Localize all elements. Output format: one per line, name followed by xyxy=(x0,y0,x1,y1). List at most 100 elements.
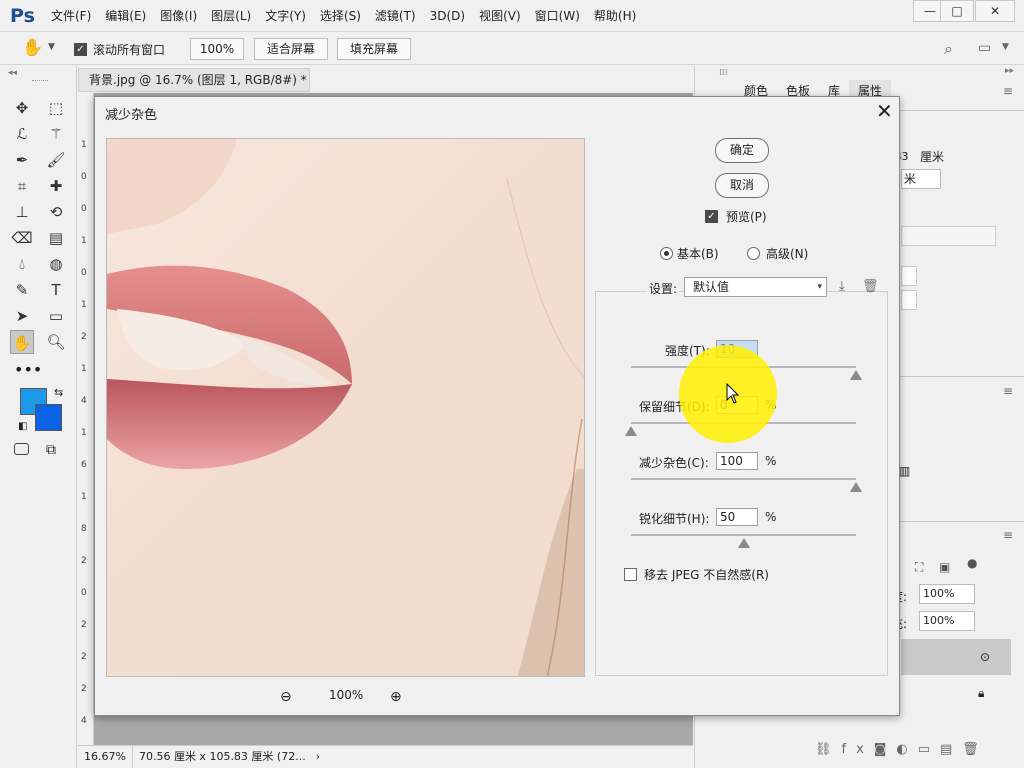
magic-wand-icon[interactable]: ⚚ xyxy=(44,122,68,146)
spot-healing-icon[interactable]: ✚ xyxy=(44,174,68,198)
scroll-all-checkbox[interactable]: ✓ xyxy=(74,42,87,56)
reduce-color-noise-slider-track[interactable] xyxy=(631,478,856,480)
pen-icon[interactable]: ✎ xyxy=(10,278,34,302)
zoom-icon[interactable]: 🔍︎ xyxy=(44,330,68,354)
eraser-icon[interactable]: ⌫ xyxy=(10,226,34,250)
crop-icon[interactable]: ⌗ xyxy=(10,174,34,198)
dropdown-fragment[interactable] xyxy=(901,226,996,246)
menu-item-10[interactable]: 帮助(H) xyxy=(587,0,643,32)
advanced-mode-label: 高级(N) xyxy=(766,247,809,261)
background-color-swatch[interactable] xyxy=(35,404,62,431)
menu-item-6[interactable]: 滤镜(T) xyxy=(368,0,423,32)
brush-icon[interactable]: 🖌︎ xyxy=(44,148,68,172)
reduce-color-noise-input[interactable]: 100 xyxy=(716,452,758,470)
eyedropper-icon[interactable]: ✒ xyxy=(10,148,34,172)
restore-button[interactable]: □ xyxy=(940,0,974,22)
collapse-arrows-icon[interactable]: ◂◂ xyxy=(8,68,17,78)
close-window-button[interactable]: ✕ xyxy=(975,0,1015,22)
menu-item-4[interactable]: 文字(Y) xyxy=(258,0,313,32)
type-icon[interactable]: T xyxy=(44,278,68,302)
zoom-in-icon[interactable]: ⊕ xyxy=(390,689,402,705)
default-colors-icon[interactable]: ◧ xyxy=(18,421,27,432)
chevron-down-icon: ▾ xyxy=(817,282,822,292)
gradient-icon[interactable]: ▤ xyxy=(44,226,68,250)
layer-actions[interactable]: ⛓fx◙◐▭▤🗑︎ xyxy=(815,742,989,757)
chevron-down-icon[interactable]: ▼ xyxy=(1002,42,1009,52)
settings-select[interactable]: 默认值 ▾ xyxy=(684,277,827,297)
menu-item-9[interactable]: 窗口(W) xyxy=(528,0,587,32)
hand-icon[interactable]: ✋ xyxy=(10,330,34,354)
menu-item-5[interactable]: 选择(S) xyxy=(313,0,368,32)
expand-arrows-icon[interactable]: ▸▸ xyxy=(1005,66,1014,76)
save-settings-icon[interactable]: ⤓ xyxy=(839,279,845,294)
move-icon[interactable]: ✥ xyxy=(10,96,34,120)
sharpen-details-slider-track[interactable] xyxy=(631,534,856,536)
path-select-icon[interactable]: ➤ xyxy=(10,304,34,328)
menu-items: 文件(F) 编辑(E) 图像(I) 图层(L) 文字(Y) 选择(S) 滤镜(T) 3D(D)… xyxy=(44,0,643,32)
lock-icon[interactable]: 🔒︎ xyxy=(978,686,984,701)
quick-mask-icon[interactable] xyxy=(14,443,29,455)
remove-jpeg-artifact-checkbox[interactable] xyxy=(624,567,637,581)
opacity-field[interactable]: 100% xyxy=(919,584,975,604)
field-fragment-2[interactable] xyxy=(901,290,917,310)
panel-menu-icon[interactable]: ≡ xyxy=(1003,384,1013,398)
clone-stamp-icon[interactable]: ⊥ xyxy=(10,200,34,224)
menu-item-2[interactable]: 图像(I) xyxy=(153,0,204,32)
preview-image[interactable] xyxy=(106,138,585,677)
field-fragment-1[interactable] xyxy=(901,266,917,286)
panel-menu-icon[interactable]: ≡ xyxy=(1003,84,1013,98)
ruler-mark: 2 xyxy=(81,620,87,630)
fill-screen-button[interactable]: 填充屏幕 xyxy=(337,38,411,60)
workspace-icon[interactable]: ▭ xyxy=(978,40,991,56)
sponge-icon[interactable]: ◍ xyxy=(44,252,68,276)
lasso-icon[interactable]: ℒ xyxy=(10,122,34,146)
menu-item-1[interactable]: 编辑(E) xyxy=(98,0,153,32)
marquee-icon[interactable]: ⬚ xyxy=(44,96,68,120)
reduce-color-noise-label: 减少杂色(C): xyxy=(639,456,709,470)
strength-slider-thumb[interactable] xyxy=(850,370,862,380)
fit-screen-button[interactable]: 适合屏幕 xyxy=(254,38,328,60)
advanced-mode-radio[interactable] xyxy=(747,246,760,260)
transform-icon[interactable]: ⛶ xyxy=(915,560,923,575)
delete-settings-icon[interactable]: 🗑︎ xyxy=(862,279,879,294)
zoom-out-icon[interactable]: ⊖ xyxy=(280,689,292,705)
selected-layer-row[interactable] xyxy=(901,639,1011,675)
width-field-fragment[interactable]: 米 xyxy=(901,169,941,189)
zoom-level-button[interactable]: 100% xyxy=(190,38,244,60)
cancel-button[interactable]: 取消 xyxy=(715,173,769,198)
basic-mode-radio[interactable] xyxy=(660,246,673,260)
more-tools-icon[interactable]: ••• xyxy=(14,360,42,379)
blur-icon[interactable]: 💧︎ xyxy=(10,252,34,276)
ruler-mark: 2 xyxy=(81,332,87,342)
reduce-color-noise-slider-thumb[interactable] xyxy=(850,482,862,492)
grip-icon[interactable]: ⁞⁞⁞ xyxy=(719,68,728,78)
preserve-details-slider-thumb[interactable] xyxy=(625,426,637,436)
screen-mode-icon[interactable]: ⧉ xyxy=(46,442,56,458)
sharpen-details-slider-thumb[interactable] xyxy=(737,538,750,548)
layer-visibility-icon[interactable]: ⊙ xyxy=(980,650,990,664)
status-menu-arrow-icon[interactable]: › xyxy=(312,746,324,768)
history-brush-icon[interactable]: ⟲ xyxy=(44,200,68,224)
fill-field[interactable]: 100% xyxy=(919,611,975,631)
preview-checkbox[interactable]: ✓ xyxy=(705,209,718,223)
close-icon[interactable]: ✕ xyxy=(876,100,893,122)
menu-item-3[interactable]: 图层(L) xyxy=(204,0,258,32)
panel-grip[interactable] xyxy=(32,80,48,83)
sharpen-details-input[interactable]: 50 xyxy=(716,508,758,526)
menu-item-8[interactable]: 视图(V) xyxy=(472,0,528,32)
document-tab[interactable]: 背景.jpg @ 16.7% (图层 1, RGB/8#) * × xyxy=(78,68,310,92)
rectangle-icon[interactable]: ▭ xyxy=(44,304,68,328)
status-zoom[interactable]: 16.67% xyxy=(78,746,133,768)
panel-menu-icon[interactable]: ≡ xyxy=(1003,528,1013,542)
hand-tool-preset-icon[interactable]: ✋ xyxy=(22,38,43,58)
ruler-mark: 4 xyxy=(81,716,87,726)
ruler-mark: 1 xyxy=(81,492,87,502)
swap-colors-icon[interactable]: ⇆ xyxy=(54,386,63,399)
dot-icon[interactable]: ● xyxy=(967,556,977,570)
menu-item-0[interactable]: 文件(F) xyxy=(44,0,98,32)
search-icon[interactable]: ⌕ xyxy=(944,39,953,59)
artboard-icon[interactable]: ▣ xyxy=(939,560,950,574)
chevron-down-icon[interactable]: ▼ xyxy=(48,42,55,52)
ok-button[interactable]: 确定 xyxy=(715,138,769,163)
menu-item-7[interactable]: 3D(D) xyxy=(423,0,472,32)
